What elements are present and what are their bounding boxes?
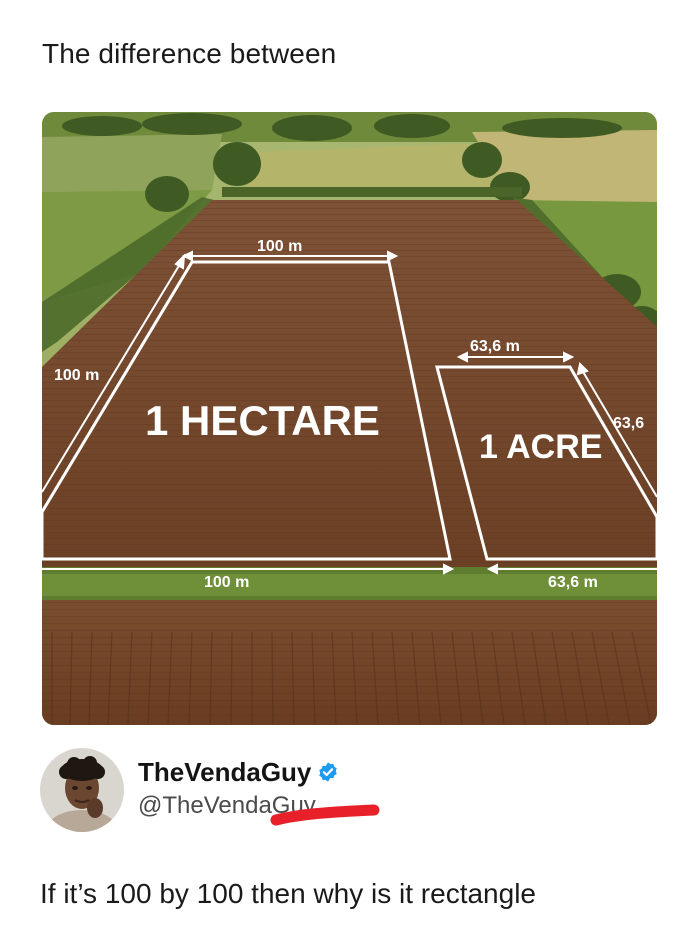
avatar[interactable] bbox=[40, 748, 124, 832]
tweet-text: If it’s 100 by 100 then why is it rectan… bbox=[40, 878, 536, 909]
acre-right-dimension: 63,6 bbox=[613, 415, 644, 432]
field-comparison-image[interactable]: 100 m 100 m 100 m 63,6 m 63,6 63,6 m 1 H… bbox=[42, 112, 657, 725]
post-caption: The difference between bbox=[42, 38, 337, 69]
verified-badge-icon bbox=[319, 762, 338, 782]
distant-field bbox=[42, 134, 222, 192]
hectare-bottom-dimension: 100 m bbox=[204, 574, 249, 591]
hectare-left-dimension: 100 m bbox=[54, 367, 99, 384]
acre-top-dimension: 63,6 m bbox=[470, 338, 520, 355]
tweet-author: TheVendaGuy @TheVendaGuy bbox=[40, 748, 380, 832]
acre-bottom-dimension: 63,6 m bbox=[548, 574, 598, 591]
author-display-name[interactable]: TheVendaGuy bbox=[138, 757, 311, 788]
hectare-top-dimension: 100 m bbox=[257, 238, 302, 255]
acre-label: 1 ACRE bbox=[479, 428, 602, 466]
redaction-scribble bbox=[270, 804, 380, 825]
hectare-label: 1 HECTARE bbox=[145, 397, 380, 444]
